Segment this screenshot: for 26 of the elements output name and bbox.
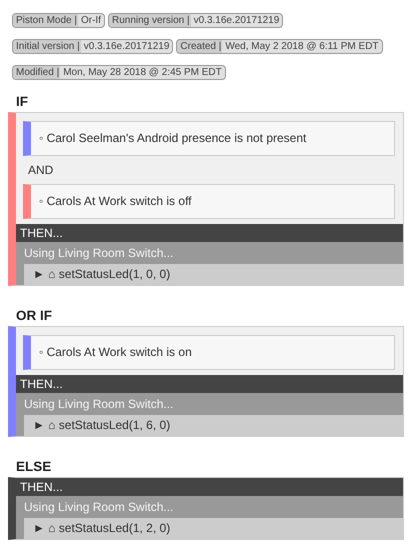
then-bar: THEN... — [16, 224, 403, 242]
operator-label: AND — [27, 162, 54, 179]
badge-value: Or-If — [80, 14, 101, 27]
badge-label: Modified | — [13, 66, 60, 79]
block-heading: ELSE — [15, 458, 52, 476]
badge-value: v0.3.16e.20171219 — [84, 40, 170, 53]
then-bar: THEN... — [16, 375, 403, 393]
badge-label: Running version | — [108, 14, 191, 27]
badge-label: Piston Mode | — [13, 14, 78, 27]
block-heading: IF — [15, 93, 29, 111]
block-heading: OR IF — [15, 307, 53, 325]
then-bar: THEN... — [16, 478, 403, 496]
badge-value: Wed, May 2 2018 @ 6:11 PM EDT — [225, 40, 379, 53]
badge-value: v0.3.16e.20171219 — [194, 14, 280, 27]
condition-row: ◦ Carols At Work switch is off — [23, 184, 395, 219]
command-row: ► ⌂ setStatusLed(1, 2, 0) — [24, 518, 403, 539]
device-label: Using Living Room Switch... — [23, 396, 174, 413]
badge-value: Mon, May 28 2018 @ 2:45 PM EDT — [63, 66, 222, 79]
command-row: ► ⌂ setStatusLed(1, 6, 0) — [24, 415, 403, 436]
condition-row: ◦ Carol Seelman's Android presence is not present — [23, 121, 395, 156]
badge-label: Initial version | — [13, 40, 81, 53]
device-label: Using Living Room Switch... — [23, 245, 174, 262]
badge-label: Created | — [177, 40, 222, 53]
command-row: ► ⌂ setStatusLed(1, 0, 0) — [24, 264, 403, 285]
device-label: Using Living Room Switch... — [23, 499, 174, 516]
condition-row: ◦ Carols At Work switch is on — [23, 335, 395, 370]
